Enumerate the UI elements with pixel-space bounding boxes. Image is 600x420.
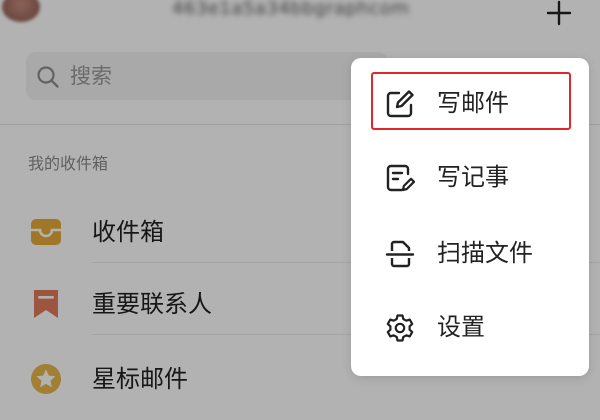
note-icon bbox=[386, 164, 415, 192]
menu-item-compose-mail[interactable]: 写邮件 bbox=[351, 66, 589, 140]
menu-item-settings[interactable]: 设置 bbox=[351, 290, 589, 364]
menu-item-label: 写邮件 bbox=[437, 89, 509, 117]
menu-item-label: 扫描文件 bbox=[437, 239, 533, 267]
settings-icon bbox=[386, 314, 414, 342]
scan-icon bbox=[385, 240, 415, 268]
menu-item-label: 写记事 bbox=[437, 163, 509, 191]
menu-item-scan-document[interactable]: 扫描文件 bbox=[351, 216, 589, 290]
menu-item-label: 设置 bbox=[437, 313, 485, 341]
add-menu-popup: 写邮件 写记事 扫描文件 设置 bbox=[351, 58, 589, 376]
compose-icon bbox=[386, 90, 414, 118]
menu-item-write-note[interactable]: 写记事 bbox=[351, 140, 589, 214]
